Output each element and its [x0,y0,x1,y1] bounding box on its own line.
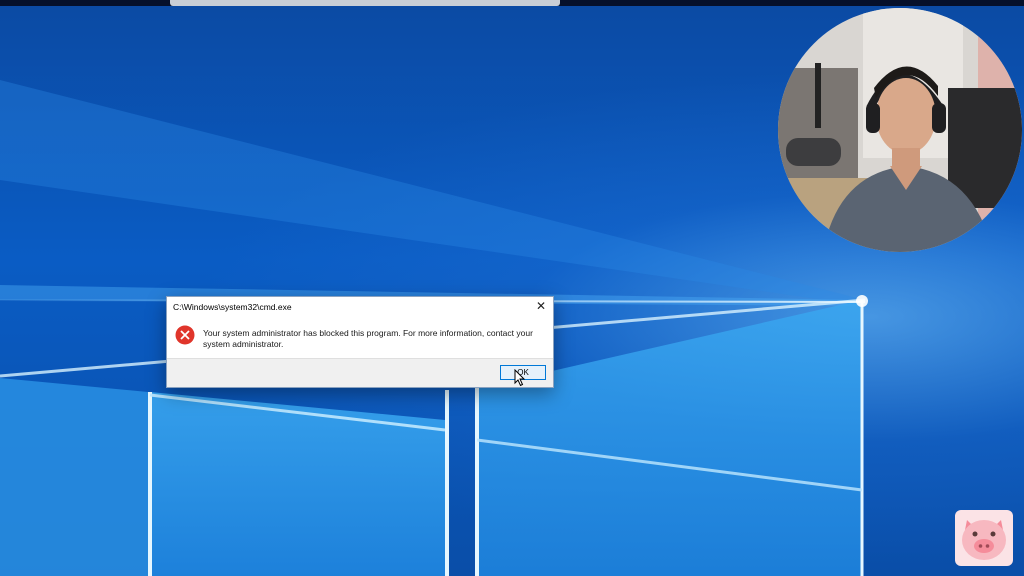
close-button[interactable]: ✕ [533,298,549,314]
dialog-message: Your system administrator has blocked th… [203,328,533,349]
error-icon [175,325,195,345]
mouse-cursor-icon [514,368,526,387]
top-bar [0,0,1024,6]
dialog-footer: OK [167,358,553,387]
presenter-webcam [778,8,1022,252]
pig-logo [955,510,1013,566]
top-bar-slider[interactable] [170,0,560,6]
error-dialog: C:\Windows\system32\cmd.exe ✕ Your syste… [166,296,554,388]
dialog-title: C:\Windows\system32\cmd.exe [173,302,292,312]
